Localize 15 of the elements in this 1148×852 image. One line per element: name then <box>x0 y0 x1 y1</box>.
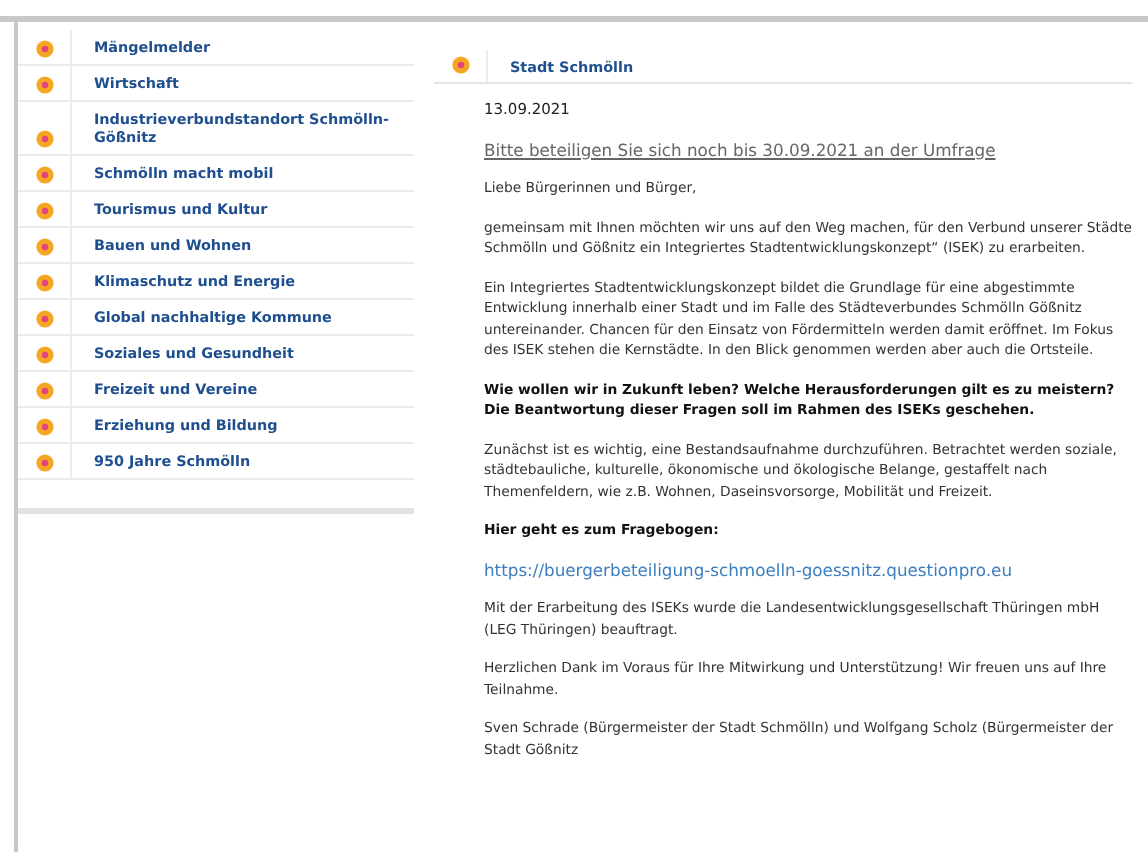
bullet-icon <box>35 346 53 364</box>
bullet-icon <box>35 274 53 292</box>
bullet-icon <box>35 166 53 184</box>
bullet-icon <box>35 454 53 472</box>
bullet-icon <box>35 76 53 94</box>
survey-link[interactable]: Bitte beteiligen Sie sich noch bis 30.09.2021 an der Umfrage <box>484 139 996 160</box>
bullet-icon <box>35 202 53 220</box>
bullet-icon <box>35 40 53 58</box>
questionnaire-link[interactable]: https://buergerbeteiligung-schmoelln-goessnitz.questionpro.eu <box>484 559 1013 580</box>
bullet-icon <box>35 238 53 256</box>
bullet-icon <box>35 310 53 328</box>
bullet-icon <box>35 130 53 148</box>
bullet-icon <box>451 56 469 74</box>
bullet-icon <box>35 382 53 400</box>
bullet-icon <box>35 418 53 436</box>
